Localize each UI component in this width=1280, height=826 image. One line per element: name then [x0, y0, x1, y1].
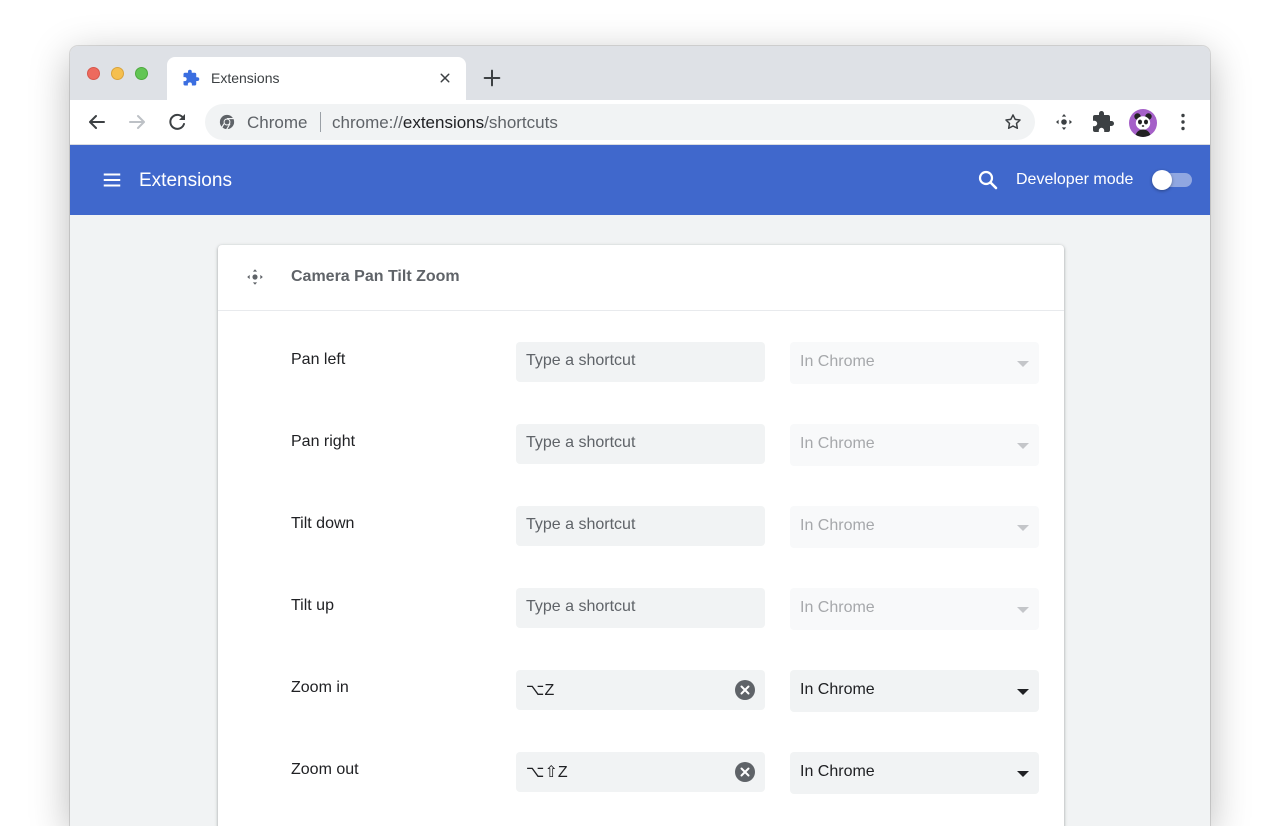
command-label: Tilt up [291, 597, 334, 614]
browser-toolbar: Chrome chrome://extensions/shortcuts [70, 100, 1210, 145]
page-title: Extensions [139, 170, 232, 191]
command-label: Zoom in [291, 679, 349, 696]
shortcut-input[interactable]: Type a shortcut [516, 588, 765, 628]
tab-title: Extensions [211, 70, 280, 86]
omnibox-origin: Chrome [247, 113, 308, 132]
pan-tilt-extension-icon[interactable] [1052, 110, 1076, 134]
chevron-down-icon [1017, 361, 1029, 367]
chevron-down-icon [1017, 607, 1029, 613]
extension-shortcut-card: Camera Pan Tilt Zoom Pan left Type a sho… [218, 245, 1064, 826]
card-header: Camera Pan Tilt Zoom [218, 245, 1064, 311]
developer-mode-label: Developer mode [1016, 171, 1134, 188]
shortcut-value: ⌥Z [526, 682, 555, 699]
scope-select[interactable]: In Chrome [790, 588, 1039, 630]
extension-name: Camera Pan Tilt Zoom [291, 268, 460, 285]
more-vert-icon[interactable] [1171, 110, 1195, 134]
command-row: Zoom in ⌥Z In Chrome [218, 670, 1064, 712]
scope-select[interactable]: In Chrome [790, 752, 1039, 794]
chrome-logo-icon [219, 114, 235, 130]
command-label: Zoom out [291, 761, 359, 778]
back-arrow-icon[interactable] [85, 110, 109, 134]
command-label: Pan right [291, 433, 356, 450]
scope-value: In Chrome [800, 681, 875, 698]
menu-icon[interactable] [101, 169, 123, 191]
shortcut-input[interactable]: ⌥⇧Z [516, 752, 765, 792]
search-icon[interactable] [976, 168, 1000, 192]
extensions-puzzle-icon[interactable] [1091, 110, 1115, 134]
command-row: Pan right Type a shortcut In Chrome [218, 424, 1064, 466]
chevron-down-icon [1017, 443, 1029, 449]
tab-extensions[interactable]: Extensions [167, 57, 466, 100]
url-path: /shortcuts [484, 113, 558, 132]
minimize-window-button[interactable] [111, 67, 124, 80]
new-tab-icon[interactable] [481, 67, 503, 89]
shortcut-placeholder: Type a shortcut [526, 598, 636, 615]
clear-circle-icon[interactable] [735, 680, 755, 700]
shortcut-input[interactable]: Type a shortcut [516, 342, 765, 382]
scope-value: In Chrome [800, 353, 875, 370]
chevron-down-icon [1017, 689, 1029, 695]
shortcut-placeholder: Type a shortcut [526, 352, 636, 369]
clear-circle-icon[interactable] [735, 762, 755, 782]
shortcuts-page: Camera Pan Tilt Zoom Pan left Type a sho… [70, 215, 1210, 826]
shortcut-input[interactable]: Type a shortcut [516, 424, 765, 464]
chevron-down-icon [1017, 771, 1029, 777]
omnibox[interactable]: Chrome chrome://extensions/shortcuts [205, 104, 1035, 140]
scope-value: In Chrome [800, 763, 875, 780]
scope-select[interactable]: In Chrome [790, 424, 1039, 466]
url-host: extensions [402, 113, 485, 132]
chevron-down-icon [1017, 525, 1029, 531]
reload-icon[interactable] [165, 110, 189, 134]
scope-select[interactable]: In Chrome [790, 506, 1039, 548]
command-row: Pan left Type a shortcut In Chrome [218, 342, 1064, 384]
close-tab-icon[interactable] [436, 69, 454, 87]
puzzle-piece-icon [183, 69, 200, 86]
pan-tilt-move-icon [247, 269, 263, 285]
scope-value: In Chrome [800, 599, 875, 616]
tab-strip: Extensions [70, 46, 1210, 100]
shortcut-value: ⌥⇧Z [526, 764, 568, 781]
scope-value: In Chrome [800, 435, 875, 452]
extensions-header: Extensions Developer mode [70, 145, 1210, 215]
command-label: Tilt down [291, 515, 355, 532]
panda-avatar-icon [1134, 113, 1152, 137]
omnibox-url: chrome://extensions/shortcuts [332, 113, 558, 133]
profile-avatar[interactable] [1129, 109, 1157, 137]
shortcut-placeholder: Type a shortcut [526, 516, 636, 533]
command-label: Pan left [291, 351, 346, 368]
scope-select[interactable]: In Chrome [790, 342, 1039, 384]
forward-arrow-icon[interactable] [125, 110, 149, 134]
browser-window: Extensions Chrome chrome://extensions/sh… [70, 46, 1210, 826]
shortcut-placeholder: Type a shortcut [526, 434, 636, 451]
shortcut-input[interactable]: ⌥Z [516, 670, 765, 710]
scope-value: In Chrome [800, 517, 875, 534]
url-scheme: chrome:// [332, 113, 403, 132]
zoom-window-button[interactable] [135, 67, 148, 80]
command-row: Zoom out ⌥⇧Z In Chrome [218, 752, 1064, 794]
command-row: Tilt down Type a shortcut In Chrome [218, 506, 1064, 548]
shortcut-input[interactable]: Type a shortcut [516, 506, 765, 546]
bookmark-star-icon[interactable] [1003, 112, 1023, 132]
command-row: Tilt up Type a shortcut In Chrome [218, 588, 1064, 630]
scope-select[interactable]: In Chrome [790, 670, 1039, 712]
developer-mode-toggle-knob[interactable] [1152, 170, 1172, 190]
omnibox-divider [320, 112, 321, 132]
close-window-button[interactable] [87, 67, 100, 80]
